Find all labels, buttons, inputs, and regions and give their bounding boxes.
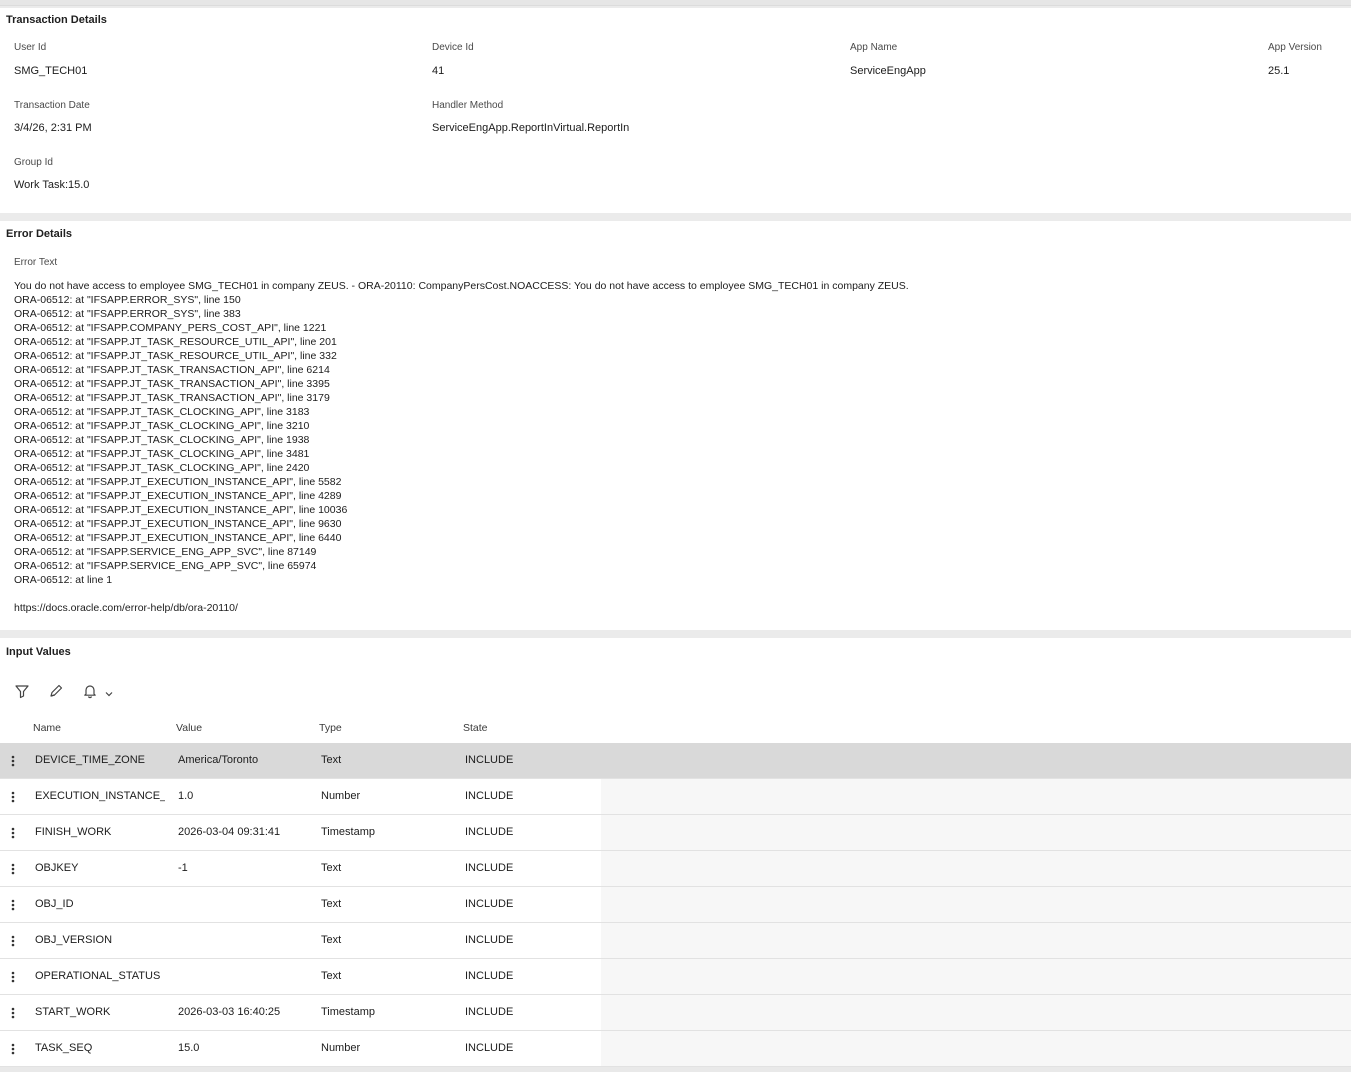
chevron-down-icon (105, 692, 113, 697)
cell-name: OPERATIONAL_STATUS (35, 970, 161, 982)
row-filler (601, 887, 1351, 922)
column-header-type[interactable]: Type (319, 722, 342, 734)
transaction-date-label: Transaction Date (14, 100, 90, 111)
cell-name: FINISH_WORK (35, 826, 112, 838)
cell-value: -1 (178, 862, 188, 874)
device-id-value: 41 (432, 65, 445, 77)
cell-type: Text (321, 862, 342, 874)
cell-type: Text (321, 898, 342, 910)
cell-name: EXECUTION_INSTANCE_... (35, 790, 165, 802)
table-row[interactable]: EXECUTION_INSTANCE_... 1.0 Number INCLUDE (0, 779, 1351, 815)
cell-state: INCLUDE (465, 862, 514, 874)
bell-icon (84, 685, 96, 699)
more-options-icon[interactable] (9, 754, 17, 768)
more-options-icon[interactable] (9, 1042, 17, 1056)
cell-type: Timestamp (321, 826, 375, 838)
notification-menu-button[interactable] (82, 683, 118, 701)
cell-value: 1.0 (178, 790, 194, 802)
cell-state: INCLUDE (465, 1006, 514, 1018)
cell-name: OBJKEY (35, 862, 79, 874)
row-filler (601, 959, 1351, 994)
cell-value: 2026-03-04 09:31:41 (178, 826, 281, 838)
transaction-details-title: Transaction Details (6, 14, 107, 26)
group-id-value: Work Task:15.0 (14, 179, 90, 191)
table-row[interactable]: START_WORK 2026-03-03 16:40:25 Timestamp IN… (0, 995, 1351, 1031)
more-options-icon[interactable] (9, 934, 17, 948)
cell-name: DEVICE_TIME_ZONE (35, 754, 146, 766)
cell-state: INCLUDE (465, 754, 514, 766)
cell-state: INCLUDE (465, 1042, 514, 1054)
row-filler (601, 779, 1351, 814)
error-text-value: You do not have access to employee SMG_T… (14, 280, 909, 614)
cell-name: START_WORK (35, 1006, 111, 1018)
cell-state: INCLUDE (465, 790, 514, 802)
user-id-label: User Id (14, 42, 47, 53)
table-row[interactable]: DEVICE_TIME_ZONE America/Toronto Text INCLU… (0, 743, 1351, 779)
cell-type: Text (321, 970, 342, 982)
user-id-value: SMG_TECH01 (14, 65, 88, 77)
table-row[interactable]: OBJ_ID Text INCLUDE (0, 887, 1351, 923)
row-filler (601, 851, 1351, 886)
cell-type: Text (321, 754, 342, 766)
handler-method-value: ServiceEngApp.ReportInVirtual.ReportIn (432, 122, 630, 134)
cell-value: 2026-03-03 16:40:25 (178, 1006, 281, 1018)
table-row[interactable]: OBJ_VERSION Text INCLUDE (0, 923, 1351, 959)
cell-name: OBJ_VERSION (35, 934, 113, 946)
error-details-card: Error Details Error Text You do not have… (0, 221, 1351, 630)
table-row[interactable]: TASK_SEQ 15.0 Number INCLUDE (0, 1031, 1351, 1067)
app-name-label: App Name (850, 42, 898, 53)
app-name-value: ServiceEngApp (850, 65, 926, 77)
bottom-bar (0, 1067, 1351, 1072)
more-options-icon[interactable] (9, 862, 17, 876)
row-filler (601, 743, 1351, 778)
row-filler (601, 923, 1351, 958)
device-id-label: Device Id (432, 42, 474, 53)
cell-type: Text (321, 934, 342, 946)
row-filler (601, 995, 1351, 1030)
more-options-icon[interactable] (9, 898, 17, 912)
more-options-icon[interactable] (9, 970, 17, 984)
edit-icon[interactable] (48, 683, 66, 701)
column-header-value[interactable]: Value (176, 722, 202, 734)
more-options-icon[interactable] (9, 790, 17, 804)
row-filler (601, 815, 1351, 850)
transaction-date-value: 3/4/26, 2:31 PM (14, 122, 92, 134)
error-details-title: Error Details (6, 228, 73, 240)
row-filler (601, 1031, 1351, 1066)
table-row[interactable]: OBJKEY -1 Text INCLUDE (0, 851, 1351, 887)
group-id-label: Group Id (14, 157, 53, 168)
cell-state: INCLUDE (465, 970, 514, 982)
filter-icon[interactable] (14, 683, 32, 701)
cell-value: America/Toronto (178, 754, 259, 766)
more-options-icon[interactable] (9, 826, 17, 840)
input-values-card: Input Values Name Value Type State DEVIC… (0, 638, 1351, 1068)
handler-method-label: Handler Method (432, 100, 504, 111)
more-options-icon[interactable] (9, 1006, 17, 1020)
cell-type: Number (321, 1042, 361, 1054)
top-strip (0, 0, 1351, 6)
column-header-name[interactable]: Name (33, 722, 61, 734)
table-row[interactable]: FINISH_WORK 2026-03-04 09:31:41 Timestamp I… (0, 815, 1351, 851)
input-values-title: Input Values (6, 646, 71, 658)
column-header-state[interactable]: State (463, 722, 488, 734)
cell-state: INCLUDE (465, 826, 514, 838)
cell-value: 15.0 (178, 1042, 200, 1054)
app-version-label: App Version (1268, 42, 1322, 53)
cell-state: INCLUDE (465, 898, 514, 910)
cell-type: Number (321, 790, 361, 802)
cell-state: INCLUDE (465, 934, 514, 946)
cell-type: Timestamp (321, 1006, 375, 1018)
cell-name: OBJ_ID (35, 898, 74, 910)
cell-name: TASK_SEQ (35, 1042, 93, 1054)
table-row[interactable]: OPERATIONAL_STATUS Text INCLUDE (0, 959, 1351, 995)
error-text-label: Error Text (14, 257, 58, 268)
app-version-value: 25.1 (1268, 65, 1290, 77)
transaction-details-card: Transaction Details User Id SMG_TECH01 D… (0, 8, 1351, 213)
